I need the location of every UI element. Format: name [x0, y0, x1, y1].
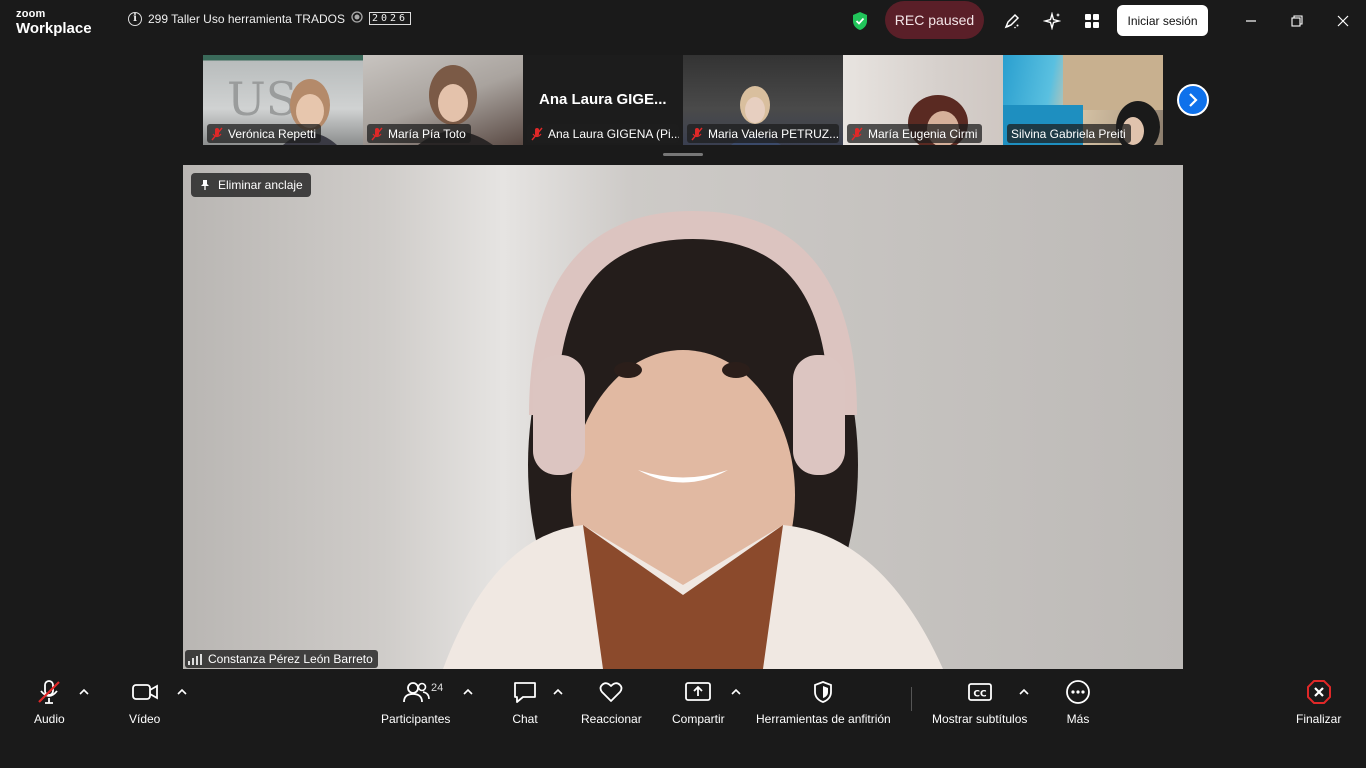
- restore-icon[interactable]: [1286, 10, 1308, 32]
- participant-name: María Eugenia Cirmi: [868, 126, 978, 141]
- zoom-logo: zoom Workplace: [16, 8, 92, 37]
- audio-button[interactable]: Audio: [34, 679, 65, 726]
- muted-mic-icon: [371, 127, 383, 141]
- react-label: Reaccionar: [581, 712, 642, 726]
- chevron-right-icon: [1189, 93, 1198, 107]
- more-button[interactable]: Más: [1065, 679, 1091, 726]
- participant-name: Maria Valeria PETRUZ...: [708, 126, 839, 141]
- heart-icon: [598, 679, 624, 705]
- participant-name-tag: María Eugenia Cirmi: [847, 124, 983, 143]
- security-shield-icon[interactable]: [851, 11, 869, 36]
- participant-name-tag: Silvina Gabriela Preiti: [1007, 124, 1131, 143]
- unpin-label: Eliminar anclaje: [218, 178, 303, 192]
- signal-bars-icon: [188, 653, 202, 665]
- participants-options-caret-icon[interactable]: [462, 687, 474, 697]
- title-bar: zoom Workplace i 299 Taller Uso herramie…: [0, 0, 1366, 44]
- muted-mic-icon: [691, 127, 703, 141]
- chat-bubble-icon: [512, 679, 538, 705]
- participant-name: Silvina Gabriela Preiti: [1011, 126, 1126, 141]
- chat-label: Chat: [512, 712, 538, 726]
- participant-tile[interactable]: Silvina Gabriela Preiti: [1003, 55, 1163, 145]
- end-meeting-button[interactable]: Finalizar: [1296, 679, 1341, 726]
- share-screen-button[interactable]: Compartir: [672, 679, 725, 726]
- meeting-toolbar: Audio Vídeo Participantes 24 Chat Reacci…: [0, 669, 1366, 768]
- meeting-badge: 2026: [368, 12, 412, 25]
- host-tools-label: Herramientas de anfitrión: [756, 712, 891, 726]
- participant-big-name: Ana Laura GIGE...: [539, 91, 667, 108]
- toolbar-separator: [911, 687, 912, 711]
- muted-mic-icon: [211, 127, 223, 141]
- participant-name-tag: Verónica Repetti: [207, 124, 322, 143]
- shield-icon: [812, 679, 834, 705]
- more-dots-icon: [1065, 679, 1091, 705]
- share-label: Compartir: [672, 712, 725, 726]
- audio-label: Audio: [34, 712, 65, 726]
- participant-name-tag: María Pía Toto: [367, 124, 471, 143]
- participant-tile[interactable]: US Verónica Repetti: [203, 55, 363, 145]
- meeting-badge-icon: [351, 11, 363, 26]
- meeting-info[interactable]: i 299 Taller Uso herramienta TRADOS 2026: [128, 11, 412, 26]
- participant-tile[interactable]: Maria Valeria PETRUZ...: [683, 55, 843, 145]
- closed-captions-icon: CC: [967, 679, 993, 705]
- participants-label: Participantes: [381, 712, 451, 726]
- audio-options-caret-icon[interactable]: [78, 687, 90, 697]
- muted-mic-icon: [531, 127, 543, 141]
- info-icon[interactable]: i: [128, 11, 142, 26]
- meeting-title: 299 Taller Uso herramienta TRADOS: [148, 11, 345, 26]
- svg-text:US: US: [227, 72, 297, 126]
- chat-options-caret-icon[interactable]: [552, 687, 564, 697]
- muted-mic-icon: [36, 679, 62, 705]
- main-speaker-video[interactable]: Eliminar anclaje Constanza Pérez León Ba…: [183, 165, 1183, 669]
- share-screen-icon: [684, 679, 712, 705]
- next-page-button[interactable]: [1177, 84, 1209, 116]
- logo-bottom: Workplace: [16, 20, 92, 37]
- ai-sparkle-icon[interactable]: [1041, 10, 1063, 32]
- sign-in-button[interactable]: Iniciar sesión: [1117, 5, 1208, 36]
- video-label: Vídeo: [129, 712, 161, 726]
- unpin-button[interactable]: Eliminar anclaje: [191, 173, 311, 197]
- close-icon[interactable]: [1332, 10, 1354, 32]
- participant-tile[interactable]: María Eugenia Cirmi: [843, 55, 1003, 145]
- participants-icon: [402, 679, 430, 705]
- participant-name: Verónica Repetti: [228, 126, 317, 141]
- pin-icon: [201, 180, 209, 190]
- react-button[interactable]: Reaccionar: [581, 679, 642, 726]
- participant-strip: US Verónica Repetti María Pía Toto Ana L…: [203, 55, 1163, 145]
- video-button[interactable]: Vídeo: [129, 679, 160, 726]
- more-label: Más: [1066, 712, 1090, 726]
- end-label: Finalizar: [1296, 712, 1342, 726]
- participant-tile[interactable]: María Pía Toto: [363, 55, 523, 145]
- logo-top: zoom: [16, 8, 46, 20]
- speaker-name: Constanza Pérez León Barreto: [208, 652, 373, 666]
- captions-button[interactable]: CC Mostrar subtítulos: [932, 679, 1027, 726]
- rec-paused-button[interactable]: REC paused: [885, 1, 984, 39]
- captions-options-caret-icon[interactable]: [1018, 687, 1030, 697]
- participants-count: 24: [431, 682, 444, 694]
- participant-tile[interactable]: Ana Laura GIGE... Ana Laura GIGENA (Pi..…: [523, 55, 683, 145]
- participant-name: María Pía Toto: [388, 126, 466, 141]
- video-options-caret-icon[interactable]: [176, 687, 188, 697]
- host-tools-button[interactable]: Herramientas de anfitrión: [756, 679, 891, 726]
- svg-text:CC: CC: [973, 690, 987, 700]
- muted-mic-icon: [851, 127, 863, 141]
- participant-name-tag: Maria Valeria PETRUZ...: [687, 124, 839, 143]
- video-camera-icon: [131, 679, 159, 705]
- speaker-video-frame: [443, 210, 943, 669]
- participant-name-tag: Ana Laura GIGENA (Pi...: [527, 124, 679, 143]
- chat-button[interactable]: Chat: [512, 679, 538, 726]
- end-meeting-icon: [1306, 679, 1332, 705]
- participant-name: Ana Laura GIGENA (Pi...: [548, 126, 679, 141]
- captions-label: Mostrar subtítulos: [932, 712, 1028, 726]
- annotate-pen-icon[interactable]: [1001, 10, 1023, 32]
- strip-resize-handle[interactable]: [663, 153, 703, 156]
- share-options-caret-icon[interactable]: [730, 687, 742, 697]
- minimize-icon[interactable]: [1240, 10, 1262, 32]
- apps-grid-icon[interactable]: [1081, 10, 1103, 32]
- speaker-name-tag: Constanza Pérez León Barreto: [185, 650, 378, 668]
